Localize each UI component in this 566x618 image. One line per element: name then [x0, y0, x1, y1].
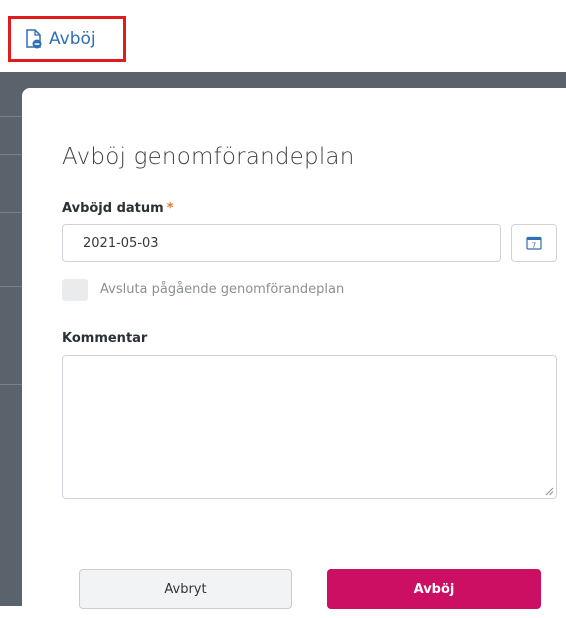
document-minus-icon: [26, 29, 42, 49]
date-field-label: Avböjd datum *: [62, 201, 174, 216]
required-marker: *: [166, 201, 174, 216]
background-divider: [0, 384, 22, 385]
decline-date-input[interactable]: 2021-05-03: [62, 224, 501, 262]
cancel-button[interactable]: Avbryt: [79, 569, 292, 609]
calendar-button[interactable]: 7: [511, 224, 557, 262]
background-divider: [0, 116, 22, 117]
date-input-value: 2021-05-03: [83, 235, 159, 251]
calendar-icon: 7: [526, 236, 542, 250]
top-toolbar: Avböj: [0, 0, 566, 72]
calendar-day-number: 7: [532, 242, 536, 250]
resize-grip-icon[interactable]: [545, 487, 554, 496]
avboj-toolbar-label: Avböj: [49, 29, 96, 49]
comment-field-label: Kommentar: [62, 331, 148, 346]
background-divider: [0, 154, 22, 155]
end-ongoing-plan-checkbox[interactable]: [62, 279, 88, 301]
date-label-text: Avböjd datum: [62, 201, 164, 216]
background-divider: [0, 286, 22, 287]
dialog-title: Avböj genomförandeplan: [62, 144, 355, 170]
comment-textarea[interactable]: [62, 355, 557, 499]
confirm-decline-button[interactable]: Avböj: [327, 569, 541, 609]
end-ongoing-plan-label: Avsluta pågående genomförandeplan: [100, 282, 345, 297]
decline-dialog: Avböj genomförandeplan Avböjd datum * 202…: [22, 88, 566, 618]
avboj-toolbar-button[interactable]: Avböj: [8, 16, 126, 62]
background-divider: [0, 212, 22, 213]
